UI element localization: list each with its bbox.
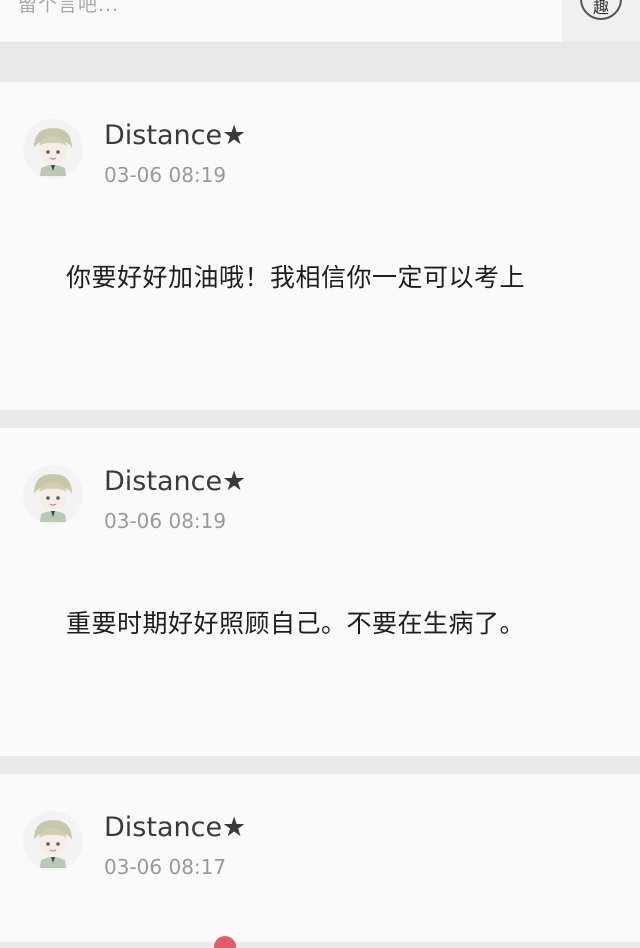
comment-bar: 留个言吧... 趣 [0, 0, 640, 43]
comment-author[interactable]: Distance★ [104, 812, 246, 843]
quick-reaction-button[interactable]: 趣 [562, 0, 640, 42]
comment-card: Distance★ 03-06 08:19 你要好好加油哦！我相信你一定可以考上 [0, 82, 640, 410]
avatar-illustration [23, 465, 83, 525]
comment-card: Distance★ 03-06 08:17 [0, 774, 640, 942]
avatar[interactable] [22, 118, 84, 180]
comment-card: Distance★ 03-06 08:19 重要时期好好照顾自己。不要在生病了。 [0, 428, 640, 756]
quick-reaction-icon: 趣 [580, 0, 622, 20]
comment-input[interactable]: 留个言吧... [18, 0, 119, 17]
avatar-illustration [23, 811, 83, 871]
comment-time: 03-06 08:19 [104, 163, 227, 187]
avatar-illustration [23, 119, 83, 179]
comment-author[interactable]: Distance★ [104, 466, 246, 497]
avatar[interactable] [22, 464, 84, 526]
comment-author[interactable]: Distance★ [104, 120, 246, 151]
comment-text: 你要好好加油哦！我相信你一定可以考上 [66, 263, 526, 292]
avatar[interactable] [22, 810, 84, 872]
comment-time: 03-06 08:19 [104, 509, 227, 533]
comment-time: 03-06 08:17 [104, 855, 227, 879]
comment-text: 重要时期好好照顾自己。不要在生病了。 [66, 609, 526, 638]
